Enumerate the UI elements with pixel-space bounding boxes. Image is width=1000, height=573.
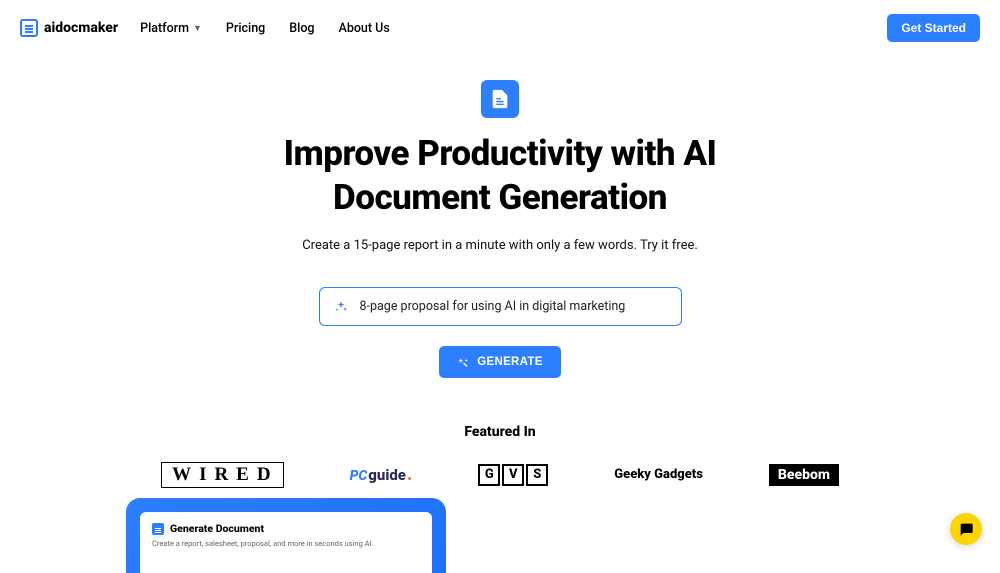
title-line-2: Document Generation xyxy=(333,177,667,218)
logo-beebom: Beebom xyxy=(769,464,839,486)
wand-icon xyxy=(457,356,469,368)
sparkle-icon xyxy=(334,299,348,313)
brand-name: aidocmaker xyxy=(44,20,118,36)
hero-document-icon xyxy=(481,80,519,118)
nav-blog[interactable]: Blog xyxy=(289,21,314,36)
gvs-letter: V xyxy=(502,464,524,486)
generate-label: GENERATE xyxy=(477,356,542,368)
document-icon xyxy=(20,19,38,37)
preview-panel: Generate Document Create a report, sales… xyxy=(126,498,446,573)
page-title: Improve Productivity with AI Document Ge… xyxy=(0,132,1000,220)
logo-geeky-gadgets: Geeky Gadgets xyxy=(614,467,703,482)
chat-icon xyxy=(958,521,974,537)
chevron-down-icon: ▼ xyxy=(193,23,202,34)
prompt-text: 8-page proposal for using AI in digital … xyxy=(360,299,626,314)
hero-section: Improve Productivity with AI Document Ge… xyxy=(0,56,1000,378)
preview-card: Generate Document Create a report, sales… xyxy=(140,512,432,573)
logo-wired: WIRED xyxy=(161,462,284,488)
logo-gvs: G V S xyxy=(478,464,548,486)
logo-pcguide: PC guide . xyxy=(350,464,413,485)
nav-pricing[interactable]: Pricing xyxy=(226,21,265,36)
nav-platform[interactable]: Platform ▼ xyxy=(140,21,202,36)
nav-link-label: Pricing xyxy=(226,21,265,36)
nav-link-label: About Us xyxy=(339,21,390,36)
nav-about[interactable]: About Us xyxy=(339,21,390,36)
pcguide-dot: . xyxy=(407,464,412,485)
chat-button[interactable] xyxy=(950,513,982,545)
preview-header: Generate Document xyxy=(152,522,420,535)
preview-title: Generate Document xyxy=(170,522,264,535)
generate-button[interactable]: GENERATE xyxy=(439,346,560,378)
pcguide-guide: guide xyxy=(368,466,406,484)
prompt-input[interactable]: 8-page proposal for using AI in digital … xyxy=(319,287,682,326)
nav-link-label: Blog xyxy=(289,21,314,36)
nav-left: aidocmaker Platform ▼ Pricing Blog About… xyxy=(20,19,390,37)
nav-links: Platform ▼ Pricing Blog About Us xyxy=(140,21,390,36)
pcguide-pc: PC xyxy=(350,468,368,484)
gvs-letter: G xyxy=(478,464,500,486)
featured-logos: WIRED PC guide . G V S Geeky Gadgets Bee… xyxy=(0,462,1000,488)
featured-section: Featured In WIRED PC guide . G V S Geeky… xyxy=(0,424,1000,488)
document-icon xyxy=(152,523,164,535)
nav-link-label: Platform xyxy=(140,21,189,36)
get-started-button[interactable]: Get Started xyxy=(887,14,980,42)
featured-title: Featured In xyxy=(0,424,1000,440)
preview-desc: Create a report, salesheet, proposal, an… xyxy=(152,539,420,548)
subtitle: Create a 15-page report in a minute with… xyxy=(0,238,1000,253)
brand-logo[interactable]: aidocmaker xyxy=(20,19,118,37)
title-line-1: Improve Productivity with AI xyxy=(284,133,717,174)
gvs-letter: S xyxy=(526,464,548,486)
top-nav: aidocmaker Platform ▼ Pricing Blog About… xyxy=(0,0,1000,56)
